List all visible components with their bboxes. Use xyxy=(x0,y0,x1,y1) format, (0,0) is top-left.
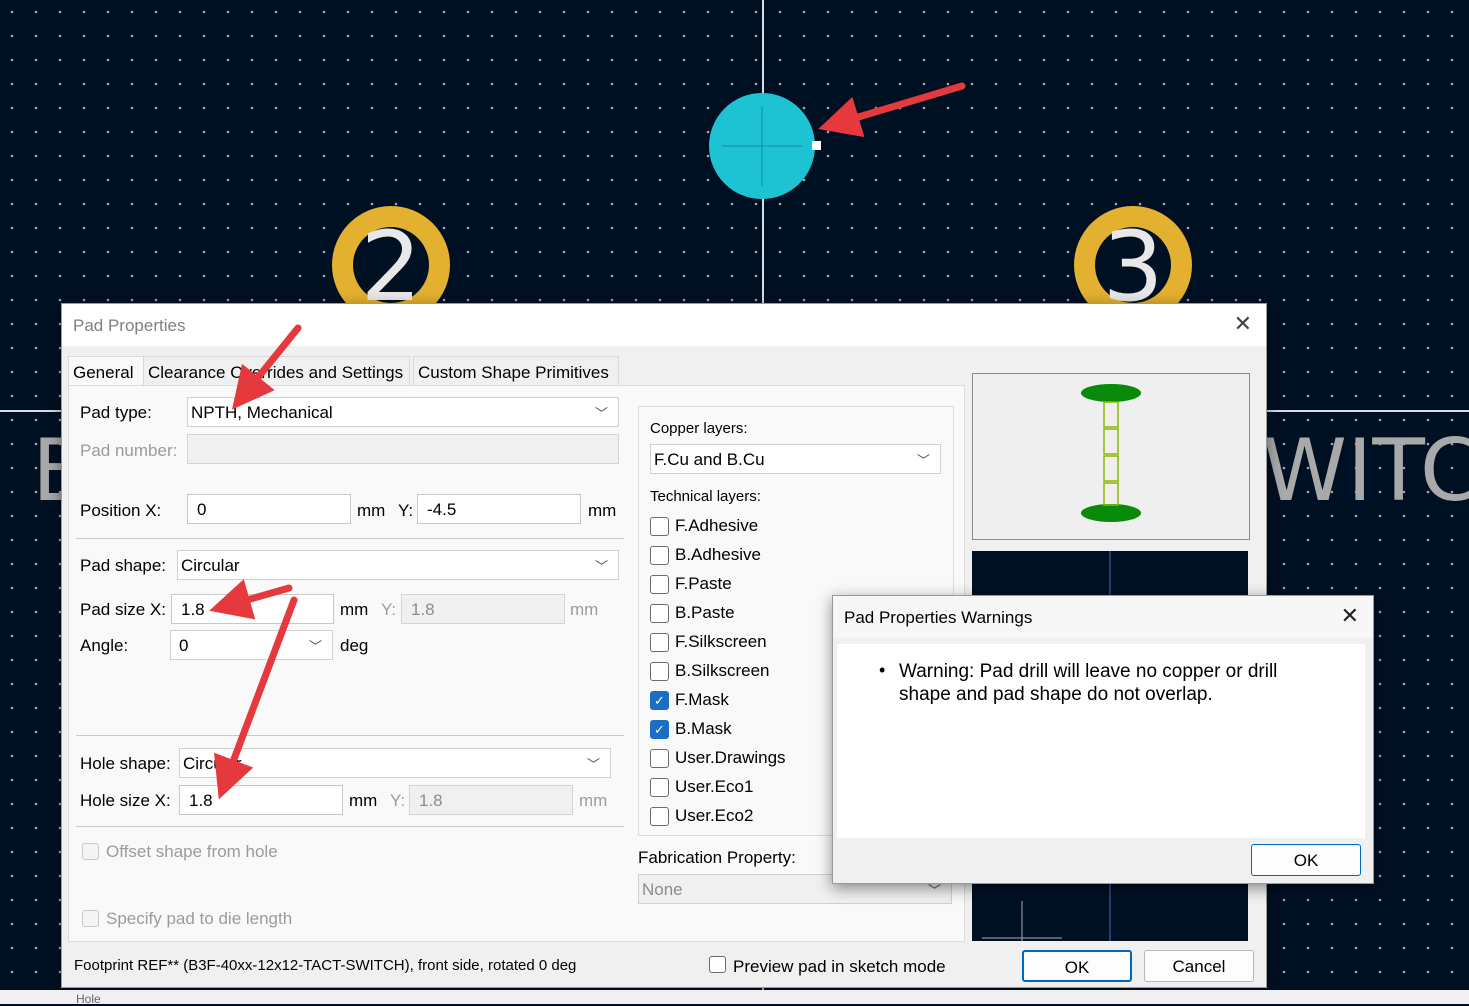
layer-label: User.Drawings xyxy=(675,748,786,767)
pad-shape-value: Circular xyxy=(181,556,240,575)
layer-item[interactable]: F.Paste xyxy=(650,572,930,596)
layer-checkbox[interactable] xyxy=(650,546,669,565)
layer-checkbox[interactable] xyxy=(650,517,669,536)
layer-checkbox[interactable]: ✓ xyxy=(650,691,669,710)
layer-label: B.Mask xyxy=(675,719,732,738)
warning-titlebar: Pad Properties Warnings ✕ xyxy=(833,596,1373,638)
pad-shape-label: Pad shape: xyxy=(80,556,167,575)
layer-label: F.Adhesive xyxy=(675,516,759,535)
fabrication-value: None xyxy=(642,880,683,899)
hole-size-y-unit: mm xyxy=(579,791,608,810)
close-icon[interactable]: ✕ xyxy=(1234,313,1252,335)
divider xyxy=(76,735,624,736)
warning-dialog: Pad Properties Warnings ✕ • Warning: Pad… xyxy=(832,595,1374,884)
pad-type-select[interactable]: NPTH, Mechanical ﹀ xyxy=(187,397,619,427)
divider xyxy=(76,538,624,539)
footprint-info: Footprint REF** (B3F-40xx-12x12-TACT-SWI… xyxy=(74,957,577,974)
warning-title: Pad Properties Warnings xyxy=(844,608,1033,627)
layer-checkbox[interactable] xyxy=(650,749,669,768)
silk-text-right: WITCH xyxy=(1262,421,1469,521)
position-y-input[interactable]: -4.5 xyxy=(417,494,581,524)
die-length-checkbox[interactable] xyxy=(82,910,99,927)
technical-layers-label: Technical layers: xyxy=(650,488,761,505)
layer-checkbox[interactable] xyxy=(650,633,669,652)
sketch-mode-label: Preview pad in sketch mode xyxy=(733,957,946,976)
chevron-down-icon: ﹀ xyxy=(586,757,600,772)
dialog-titlebar: Pad Properties ✕ xyxy=(62,304,1266,346)
pad-type-value: NPTH, Mechanical xyxy=(191,403,333,422)
pad-size-y-input[interactable]: 1.8 xyxy=(401,594,565,624)
pad-shape-select[interactable]: Circular ﹀ xyxy=(177,550,619,580)
layer-label: F.Mask xyxy=(675,690,729,709)
offset-shape-checkbox[interactable] xyxy=(82,843,99,860)
copper-layers-value: F.Cu and B.Cu xyxy=(654,450,765,469)
hole-size-y-label: Y: xyxy=(390,791,406,810)
angle-value: 0 xyxy=(179,636,189,655)
hole-size-x-label: Hole size X: xyxy=(80,791,171,810)
chevron-down-icon: ﹀ xyxy=(308,639,322,654)
layer-item[interactable]: B.Adhesive xyxy=(650,543,930,567)
pad-size-y-unit: mm xyxy=(570,600,599,619)
layer-checkbox[interactable] xyxy=(650,604,669,623)
warning-ok-button[interactable]: OK xyxy=(1251,844,1361,876)
hole-shape-label: Hole shape: xyxy=(80,754,171,773)
bullet-icon: • xyxy=(879,660,886,680)
layer-checkbox[interactable] xyxy=(650,575,669,594)
divider xyxy=(76,826,624,827)
offset-shape-label: Offset shape from hole xyxy=(106,842,278,861)
warning-message: Warning: Pad drill will leave no copper … xyxy=(899,661,1278,705)
pad-size-y-label: Y: xyxy=(381,600,397,619)
layer-checkbox[interactable] xyxy=(650,662,669,681)
hole-shape-select[interactable]: Circular ﹀ xyxy=(179,748,611,778)
copper-layers-label: Copper layers: xyxy=(650,420,748,437)
tab-custom-shape[interactable]: Custom Shape Primitives xyxy=(413,356,619,386)
layer-checkbox[interactable] xyxy=(650,778,669,797)
hole-shape-value: Circular xyxy=(183,754,242,773)
pad-number-input[interactable] xyxy=(187,434,619,464)
chevron-down-icon: ﹀ xyxy=(916,453,930,468)
layer-checkbox[interactable]: ✓ xyxy=(650,720,669,739)
angle-select[interactable]: 0 ﹀ xyxy=(170,630,333,660)
hole-size-y-input[interactable]: 1.8 xyxy=(409,785,573,815)
die-length-label: Specify pad to die length xyxy=(106,909,293,928)
layer-label: B.Adhesive xyxy=(675,545,761,564)
pad-type-label: Pad type: xyxy=(80,403,152,422)
hole-size-x-unit: mm xyxy=(349,791,378,810)
tab-clearance[interactable]: Clearance Overrides and Settings xyxy=(143,356,410,386)
layer-label: F.Paste xyxy=(675,574,732,593)
pad-size-x-input[interactable]: 1.8 xyxy=(171,594,334,624)
layer-label: F.Silkscreen xyxy=(675,632,767,651)
position-y-unit: mm xyxy=(588,501,617,520)
status-bar: Hole xyxy=(0,990,1469,1006)
copper-layers-select[interactable]: F.Cu and B.Cu ﹀ xyxy=(650,444,941,474)
sketch-mode-checkbox[interactable] xyxy=(709,956,726,973)
layer-checkbox[interactable] xyxy=(650,807,669,826)
cancel-button[interactable]: Cancel xyxy=(1144,950,1254,982)
chevron-down-icon: ﹀ xyxy=(594,406,608,421)
angle-unit: deg xyxy=(340,636,369,655)
layer-label: User.Eco2 xyxy=(675,806,754,825)
angle-label: Angle: xyxy=(80,636,129,655)
tab-general[interactable]: General xyxy=(68,356,144,386)
position-x-label: Position X: xyxy=(80,501,162,520)
close-icon[interactable]: ✕ xyxy=(1341,605,1359,627)
position-y-label: Y: xyxy=(398,501,414,520)
position-x-unit: mm xyxy=(357,501,386,520)
fabrication-label: Fabrication Property: xyxy=(638,848,796,867)
warning-message-area: • Warning: Pad drill will leave no coppe… xyxy=(837,644,1365,838)
layer-label: B.Silkscreen xyxy=(675,661,770,680)
layer-label: B.Paste xyxy=(675,603,735,622)
layer-item[interactable]: F.Adhesive xyxy=(650,514,930,538)
pad-cross-section-preview xyxy=(972,373,1250,540)
position-x-input[interactable]: 0 xyxy=(187,494,351,524)
pad-number-label: Pad number: xyxy=(80,441,178,460)
dialog-title: Pad Properties xyxy=(73,316,186,335)
chevron-down-icon: ﹀ xyxy=(594,559,608,574)
hole-size-x-input[interactable]: 1.8 xyxy=(179,785,343,815)
ok-button[interactable]: OK xyxy=(1022,950,1132,982)
pad-size-x-unit: mm xyxy=(340,600,369,619)
pad-size-x-label: Pad size X: xyxy=(80,600,166,619)
layer-label: User.Eco1 xyxy=(675,777,754,796)
